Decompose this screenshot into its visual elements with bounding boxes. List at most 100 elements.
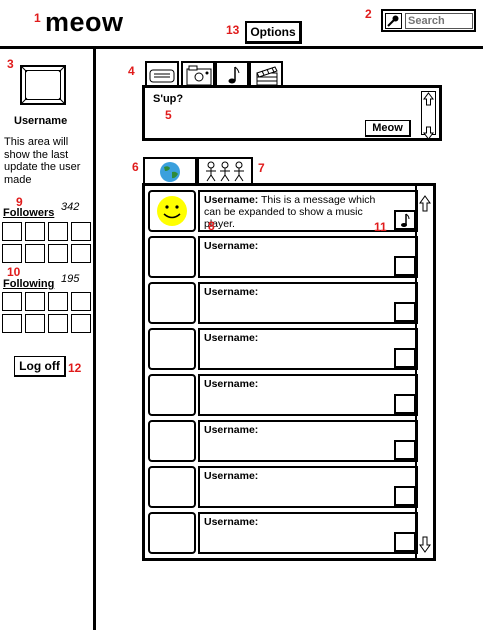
callout-7: 7 — [258, 161, 265, 175]
feed-username[interactable]: Username: — [204, 194, 258, 206]
last-update-text: This area will show the last update the … — [4, 136, 81, 186]
follower-thumb[interactable] — [25, 244, 45, 263]
feed-message-box[interactable]: Username: — [198, 512, 418, 554]
feed-avatar[interactable] — [148, 282, 196, 324]
callout-12: 12 — [68, 361, 82, 375]
callout-5: 5 — [165, 108, 172, 122]
search-input[interactable] — [405, 13, 473, 29]
feed-username[interactable]: Username: — [204, 378, 258, 390]
feed-action-button[interactable] — [394, 302, 416, 322]
compose-text[interactable]: S'up? — [153, 93, 183, 105]
feed-message-box[interactable]: Username: — [198, 328, 418, 370]
globe-icon — [160, 162, 180, 182]
feed-list: Username: This is a message which can be… — [142, 183, 436, 561]
app-title: meow — [45, 7, 124, 37]
following-thumb[interactable] — [48, 292, 68, 311]
callout-13: 13 — [226, 23, 240, 37]
feed-item[interactable]: Username: — [148, 512, 418, 554]
callout-3: 3 — [7, 57, 14, 71]
feed-username[interactable]: Username: — [204, 470, 258, 482]
feed-item[interactable]: Username: — [148, 374, 418, 416]
camera-icon — [186, 65, 212, 86]
callout-11: 11 — [374, 220, 387, 234]
tab-photo[interactable] — [181, 61, 215, 87]
following-grid — [2, 292, 91, 333]
follower-thumb[interactable] — [71, 244, 91, 263]
feed-action-button[interactable] — [394, 394, 416, 414]
feed-username[interactable]: Username: — [204, 424, 258, 436]
feed-username[interactable]: Username: — [204, 240, 258, 252]
following-thumb[interactable] — [2, 292, 22, 311]
follower-thumb[interactable] — [2, 222, 22, 241]
following-count: 195 — [61, 273, 80, 285]
follower-thumb[interactable] — [25, 222, 45, 241]
following-label[interactable]: Following — [3, 278, 54, 290]
feed-avatar[interactable] — [148, 512, 196, 554]
feed-avatar[interactable] — [148, 374, 196, 416]
music-player-button[interactable] — [394, 210, 416, 230]
feed-avatar[interactable] — [148, 236, 196, 278]
compose-scrollbar[interactable] — [421, 91, 436, 140]
followers-grid — [2, 222, 91, 263]
following-thumb[interactable] — [71, 314, 91, 333]
feed-message-box[interactable]: Username: — [198, 374, 418, 416]
feed-message-box[interactable]: Username: — [198, 282, 418, 324]
callout-8: 8 — [208, 219, 215, 233]
feed-action-button[interactable] — [394, 486, 416, 506]
callout-10: 10 — [7, 265, 21, 279]
options-button[interactable]: Options — [245, 21, 302, 44]
feed-item[interactable]: Username: — [148, 466, 418, 508]
feed-avatar[interactable] — [148, 420, 196, 462]
following-thumb[interactable] — [71, 292, 91, 311]
music-note-icon — [228, 66, 240, 84]
callout-4: 4 — [128, 64, 135, 78]
avatar[interactable] — [20, 65, 66, 105]
following-thumb[interactable] — [25, 314, 45, 333]
username-label: Username — [14, 115, 68, 127]
feed-message-box[interactable]: Username: — [198, 466, 418, 508]
feed-avatar[interactable] — [148, 328, 196, 370]
feed-username[interactable]: Username: — [204, 332, 258, 344]
feed-action-button[interactable] — [394, 440, 416, 460]
tab-text[interactable] — [145, 61, 179, 87]
meow-button[interactable]: Meow — [365, 120, 411, 137]
feed-avatar[interactable] — [148, 190, 196, 232]
feed-item[interactable]: Username: — [148, 236, 418, 278]
feed-item[interactable]: Username: — [148, 328, 418, 370]
feed-action-button[interactable] — [394, 532, 416, 552]
followers-count: 342 — [61, 201, 80, 213]
search-box — [381, 9, 476, 32]
follower-thumb[interactable] — [2, 244, 22, 263]
smiley-icon — [157, 196, 187, 226]
follower-thumb[interactable] — [48, 244, 68, 263]
tab-video[interactable] — [249, 61, 283, 87]
key-icon[interactable] — [385, 13, 402, 29]
clapperboard-icon — [256, 66, 278, 86]
feed-item[interactable]: Username: This is a message which can be… — [148, 190, 418, 234]
friends-icon — [206, 161, 244, 182]
feed-item[interactable]: Username: — [148, 420, 418, 462]
feed-action-button[interactable] — [394, 348, 416, 368]
logoff-button[interactable]: Log off — [14, 356, 66, 377]
feed-action-button[interactable] — [394, 256, 416, 276]
feed-item[interactable]: Username: — [148, 282, 418, 324]
feed-username[interactable]: Username: — [204, 286, 258, 298]
feed-message-box[interactable]: Username: — [198, 420, 418, 462]
compose-box[interactable]: S'up? 5 Meow — [142, 85, 442, 141]
following-thumb[interactable] — [25, 292, 45, 311]
header-divider — [0, 46, 483, 49]
feed-avatar[interactable] — [148, 466, 196, 508]
follower-thumb[interactable] — [48, 222, 68, 241]
following-thumb[interactable] — [48, 314, 68, 333]
tab-music[interactable] — [215, 61, 249, 87]
feed-scrollbar[interactable] — [415, 186, 433, 558]
feed-username[interactable]: Username: — [204, 516, 258, 528]
tab-public-feed[interactable] — [143, 157, 197, 185]
follower-thumb[interactable] — [71, 222, 91, 241]
following-thumb[interactable] — [2, 314, 22, 333]
tab-friends-feed[interactable] — [197, 157, 253, 185]
feed-message-box[interactable]: Username: — [198, 236, 418, 278]
callout-1: 1 — [34, 11, 41, 25]
followers-label[interactable]: Followers — [3, 207, 54, 219]
callout-6: 6 — [132, 160, 139, 174]
